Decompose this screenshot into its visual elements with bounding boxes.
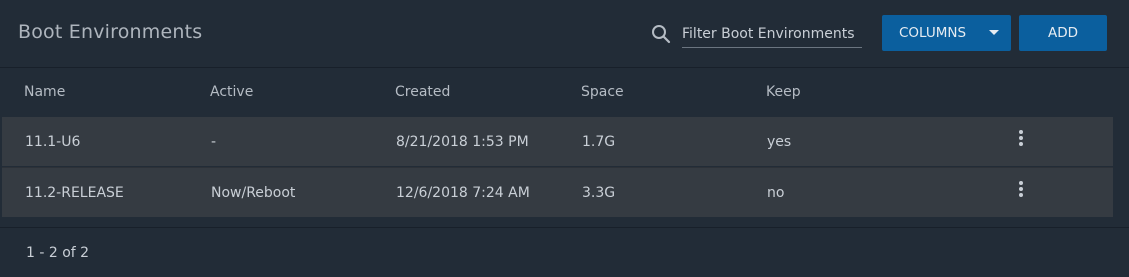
cell-created: 8/21/2018 1:53 PM [396,134,529,150]
more-vert-icon[interactable] [1013,130,1029,150]
cell-space: 3.3G [582,185,616,201]
column-header-active[interactable]: Active [210,84,253,100]
add-button[interactable]: ADD [1019,15,1107,51]
more-vert-icon[interactable] [1013,181,1029,201]
table-footer: 1 - 2 of 2 [0,227,1129,277]
search-icon[interactable] [651,24,671,44]
column-header-name[interactable]: Name [24,84,65,100]
search-input[interactable] [682,21,862,48]
boot-environments-card: Boot Environments COLUMNS ADD Name Activ… [0,0,1129,277]
table-row[interactable]: 11.2-RELEASE Now/Reboot 12/6/2018 7:24 A… [2,167,1113,217]
cell-name: 11.2-RELEASE [25,185,124,201]
column-header-keep[interactable]: Keep [766,84,801,100]
cell-active: Now/Reboot [211,185,296,201]
columns-button[interactable]: COLUMNS [882,15,1011,51]
table-row[interactable]: 11.1-U6 - 8/21/2018 1:53 PM 1.7G yes [2,117,1113,166]
cell-active: - [211,134,217,150]
chevron-down-icon [989,30,999,35]
table-header: Name Active Created Space Keep [0,67,1129,118]
pagination-range: 1 - 2 of 2 [26,245,90,261]
column-header-space[interactable]: Space [581,84,624,100]
column-header-created[interactable]: Created [395,84,450,100]
columns-button-label: COLUMNS [899,25,967,41]
cell-keep: no [767,185,785,201]
cell-created: 12/6/2018 7:24 AM [396,185,530,201]
cell-keep: yes [767,134,792,150]
toolbar: Boot Environments COLUMNS ADD [0,0,1129,67]
table-body: 11.1-U6 - 8/21/2018 1:53 PM 1.7G yes 11.… [2,117,1113,217]
page-title: Boot Environments [18,21,203,43]
cell-name: 11.1-U6 [25,134,81,150]
cell-space: 1.7G [582,134,616,150]
